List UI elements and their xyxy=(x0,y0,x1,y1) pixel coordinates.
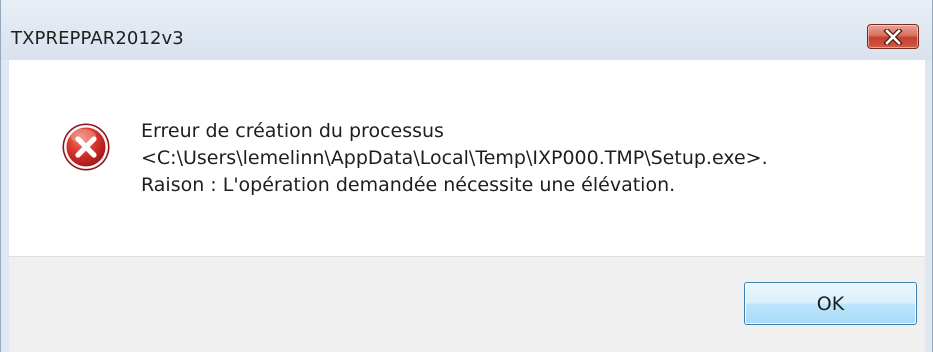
close-icon xyxy=(883,28,903,45)
error-icon xyxy=(62,123,110,171)
message-line: Raison : L'opération demandée nécessite … xyxy=(141,174,676,196)
dialog-client-area: Erreur de création du processus <C:\User… xyxy=(9,60,925,352)
error-message: Erreur de création du processus <C:\User… xyxy=(141,118,768,199)
message-area: Erreur de création du processus <C:\User… xyxy=(9,60,925,256)
window-title: TXPREPPAR2012v3 xyxy=(11,28,184,49)
error-dialog-window: TXPREPPAR2012v3 Erreur de création du pr… xyxy=(0,0,933,352)
ok-button[interactable]: OK xyxy=(744,282,917,325)
message-line: <C:\Users\lemelinn\AppData\Local\Temp\IX… xyxy=(141,147,768,169)
close-button[interactable] xyxy=(867,24,919,49)
title-bar[interactable]: TXPREPPAR2012v3 xyxy=(1,0,932,60)
message-line: Erreur de création du processus xyxy=(141,120,444,142)
button-bar: OK xyxy=(9,256,925,352)
